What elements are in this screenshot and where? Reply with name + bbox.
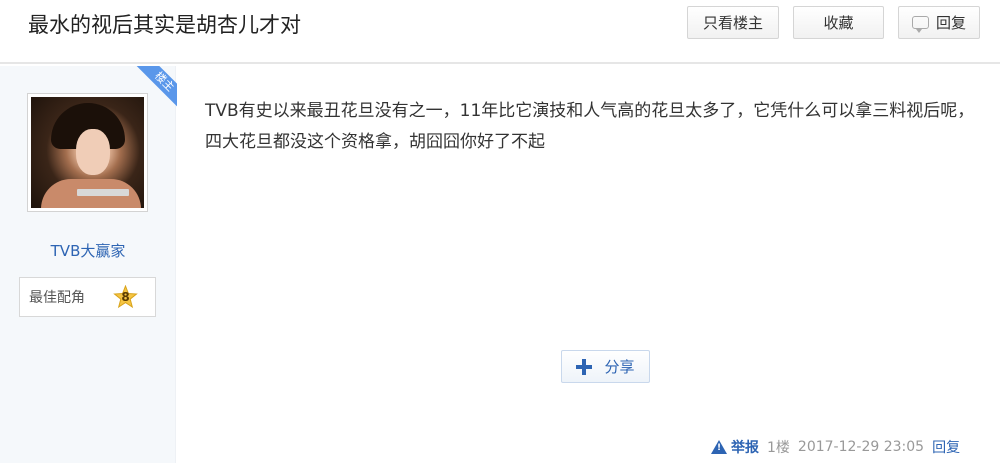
post-timestamp: 2017-12-29 23:05 xyxy=(797,439,925,455)
post-footer: 举报 1楼 2017-12-29 23:05 回复 xyxy=(711,437,960,457)
owner-ribbon-label: 楼主 xyxy=(130,66,177,113)
owner-ribbon: 楼主 xyxy=(130,66,177,113)
plus-icon xyxy=(576,358,593,375)
badge-level-star-icon: 8 xyxy=(113,284,138,310)
post-title: 最水的视后其实是胡杏儿才对 xyxy=(28,13,301,37)
post-header: 最水的视后其实是胡杏儿才对 只看楼主 收藏 回复 xyxy=(0,0,1000,64)
floor-number: 1楼 xyxy=(767,440,790,456)
share-label: 分享 xyxy=(604,358,635,376)
user-sidebar: TVB大赢家 最佳配角 8 xyxy=(0,66,176,463)
reply-button-label: 回复 xyxy=(935,14,966,32)
chat-bubble-icon xyxy=(911,16,929,33)
report-link[interactable]: 举报 xyxy=(731,437,759,457)
only-owner-button[interactable]: 只看楼主 xyxy=(687,6,779,39)
reply-link[interactable]: 回复 xyxy=(932,437,960,457)
post-content: TVB有史以来最丑花旦没有之一，11年比它演技和人气高的花旦太多了，它凭什么可以… xyxy=(205,101,975,152)
share-button[interactable]: 分享 xyxy=(561,350,650,383)
avatar-image xyxy=(31,97,144,208)
badge-label: 最佳配角 xyxy=(29,290,85,306)
badge-level-number: 8 xyxy=(121,290,130,304)
username-link[interactable]: TVB大赢家 xyxy=(0,240,176,261)
user-badge[interactable]: 最佳配角 8 xyxy=(19,277,156,317)
reply-button[interactable]: 回复 xyxy=(898,6,980,39)
warning-icon xyxy=(711,440,727,454)
favorite-button[interactable]: 收藏 xyxy=(793,6,884,39)
